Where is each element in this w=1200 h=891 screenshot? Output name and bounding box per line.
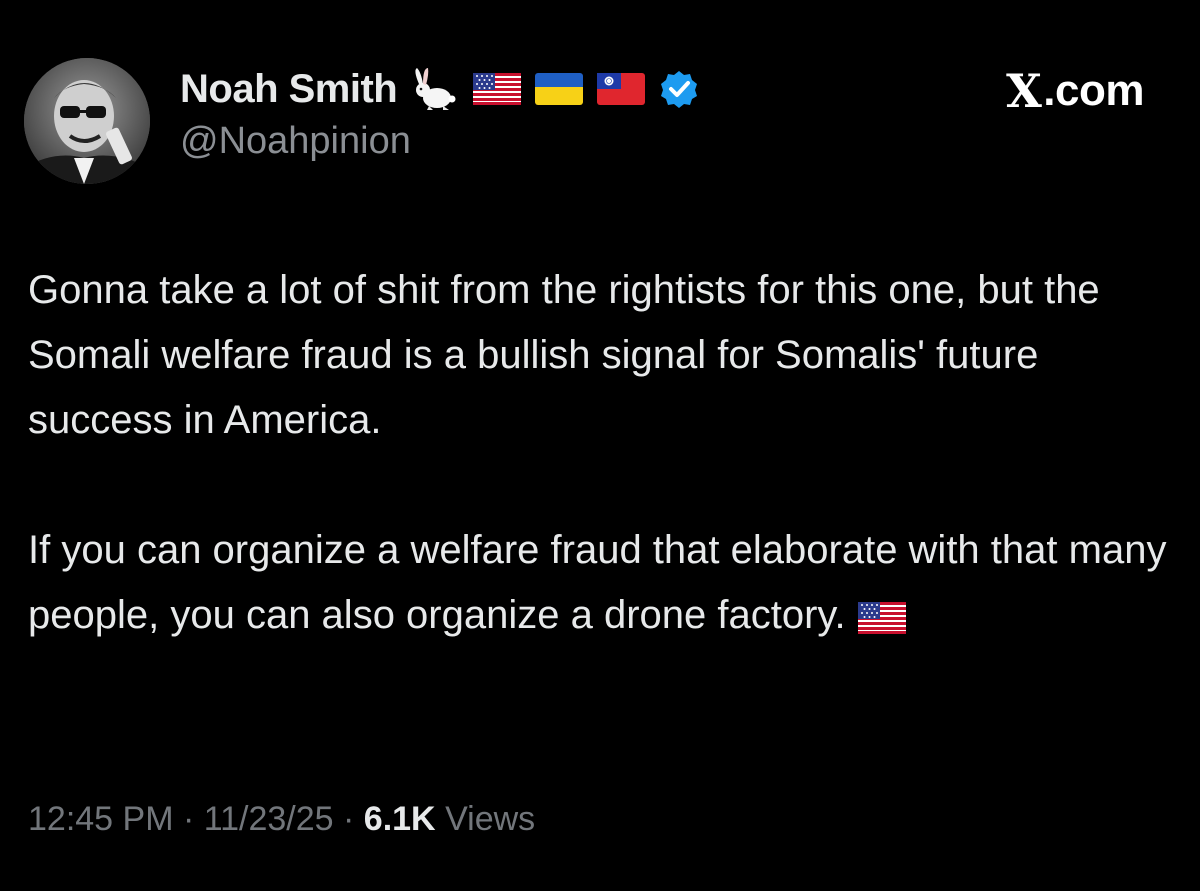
ukraine-flag-icon <box>535 73 584 105</box>
tweet-time[interactable]: 12:45 PM <box>28 800 174 839</box>
verified-badge-icon <box>659 69 699 109</box>
tweet-paragraph-2: If you can organize a welfare fraud that… <box>28 518 1178 654</box>
name-row: Noah Smith <box>180 60 699 118</box>
tweet-header: Noah Smith @Noahpinion <box>180 60 699 163</box>
tweet-paragraph-1: Gonna take a lot of shit from the righti… <box>28 268 1100 442</box>
views-label: Views <box>445 800 536 838</box>
brand-domain: .com <box>1043 66 1144 115</box>
tweet-meta: 12:45 PM · 11/23/25 · 6.1K Views <box>28 800 535 839</box>
tweet-paragraph-2-text: If you can organize a welfare fraud that… <box>28 528 1167 637</box>
views-count[interactable]: 6.1K <box>364 800 436 839</box>
taiwan-flag-icon <box>597 73 646 105</box>
us-flag-icon <box>473 73 522 105</box>
tweet-date[interactable]: 11/23/25 <box>204 800 334 839</box>
display-name[interactable]: Noah Smith <box>180 67 398 112</box>
us-flag-icon <box>857 589 906 654</box>
x-brand-watermark: X .com <box>1006 64 1144 118</box>
views-spacer <box>436 800 445 839</box>
rabbit-emoji-icon <box>409 66 459 112</box>
meta-separator: · <box>173 800 204 838</box>
meta-separator: · <box>333 800 364 838</box>
tweet-text: Gonna take a lot of shit from the righti… <box>28 258 1178 654</box>
avatar[interactable] <box>24 58 150 184</box>
user-handle[interactable]: @Noahpinion <box>180 120 699 163</box>
avatar-image <box>24 58 150 184</box>
x-logo-icon: X <box>1006 64 1042 118</box>
